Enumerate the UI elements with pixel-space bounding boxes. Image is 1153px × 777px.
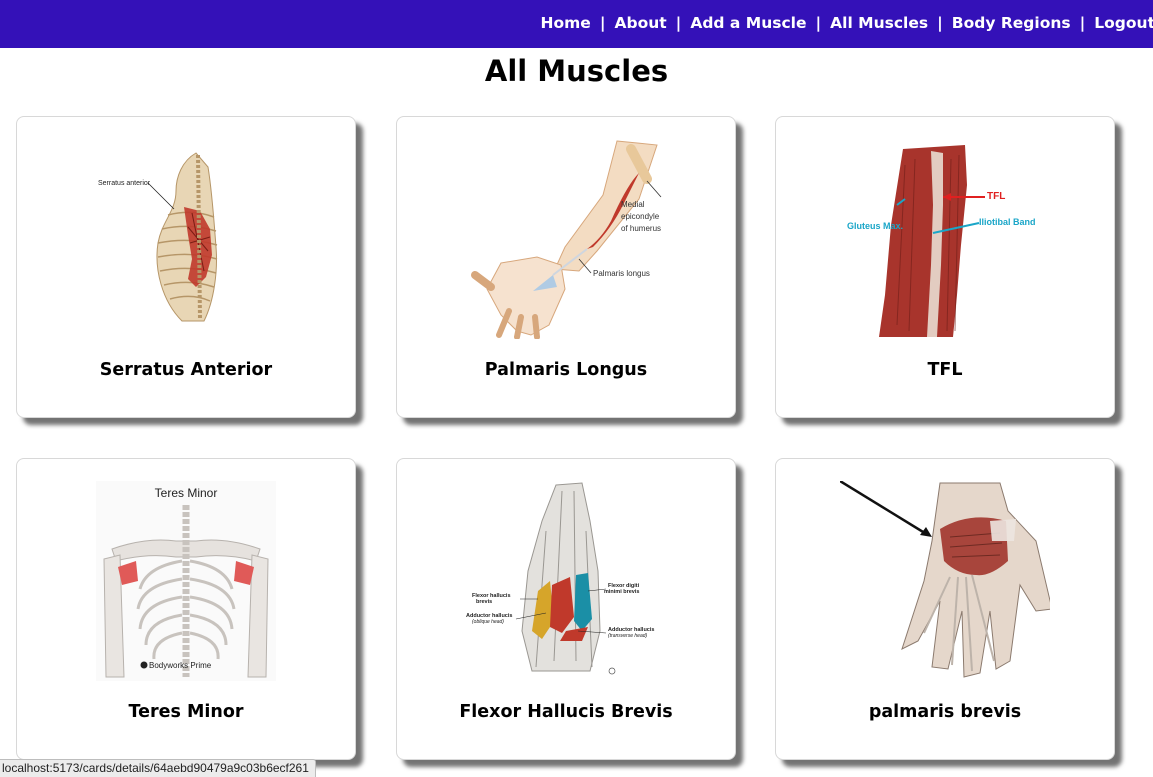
status-bar-url: localhost:5173/cards/details/64aebd90479… (0, 759, 316, 777)
navbar: Home | About | Add a Muscle | All Muscle… (0, 0, 1153, 48)
image-label: Iliotibal Band (979, 217, 1036, 227)
muscle-card-flexor-hallucis-brevis[interactable]: Flexor hallucis brevis Adductor hallucis… (396, 458, 736, 760)
nav-separator: | (937, 14, 943, 32)
muscle-card-title: TFL (927, 360, 963, 380)
muscle-card-teres-minor[interactable]: Teres Minor Bodyworks Prime Teres Minor (16, 458, 356, 760)
muscle-card-palmaris-longus[interactable]: Medial epicondyle of humerus Palmaris lo… (396, 116, 736, 418)
nav-home-link[interactable]: Home (541, 14, 591, 32)
nav-all-muscles-link[interactable]: All Muscles (830, 14, 928, 32)
nav-separator: | (675, 14, 682, 32)
image-label: Palmaris longus (593, 269, 650, 278)
image-label: Teres Minor (155, 486, 218, 500)
nav-links: Home | About | Add a Muscle | All Muscle… (541, 14, 1153, 32)
nav-body-regions-link[interactable]: Body Regions (952, 14, 1071, 32)
image-label: minimi brevis (604, 589, 639, 595)
muscle-card-title: Serratus Anterior (99, 360, 273, 380)
muscle-card-palmaris-brevis[interactable]: palmaris brevis (775, 458, 1115, 760)
muscle-image-serratus-anterior: Serratus anterior (96, 151, 276, 327)
muscle-card-tfl[interactable]: TFL Gluteus Max. Iliotibal Band TFL (775, 116, 1115, 418)
image-label: epicondyle (621, 212, 660, 221)
nav-separator: | (1079, 14, 1086, 32)
muscle-card-title: Teres Minor (128, 702, 244, 722)
muscle-image-palmaris-longus: Medial epicondyle of humerus Palmaris lo… (461, 139, 671, 343)
nav-logout-link[interactable]: Logout (1094, 14, 1153, 32)
muscle-card-title: Flexor Hallucis Brevis (459, 702, 673, 722)
image-label: Serratus anterior (98, 180, 151, 187)
page-title: All Muscles (484, 54, 669, 88)
muscle-image-palmaris-brevis (839, 479, 1053, 685)
nav-separator: | (599, 14, 606, 32)
muscle-image-flexor-hallucis-brevis: Flexor hallucis brevis Adductor hallucis… (466, 481, 666, 685)
nav-about-link[interactable]: About (614, 14, 666, 32)
image-label: (transverse head) (608, 633, 648, 639)
image-label: Medial (621, 200, 645, 209)
nav-add-muscle-link[interactable]: Add a Muscle (690, 14, 806, 32)
image-label: of humerus (621, 224, 661, 233)
muscle-image-teres-minor: Teres Minor Bodyworks Prime (96, 481, 276, 685)
nav-separator: | (815, 14, 822, 32)
muscle-card-serratus-anterior[interactable]: Serratus anterior Serratus Anterior (16, 116, 356, 418)
muscle-image-tfl: TFL Gluteus Max. Iliotibal Band (845, 145, 1045, 341)
muscle-card-title: palmaris brevis (868, 702, 1022, 722)
image-label: TFL (987, 191, 1005, 202)
image-label: (oblique head) (472, 619, 504, 625)
image-label: Gluteus Max. (847, 221, 903, 231)
image-label: brevis (476, 599, 492, 605)
muscle-card-title: Palmaris Longus (484, 360, 648, 380)
image-label: Bodyworks Prime (149, 661, 212, 670)
